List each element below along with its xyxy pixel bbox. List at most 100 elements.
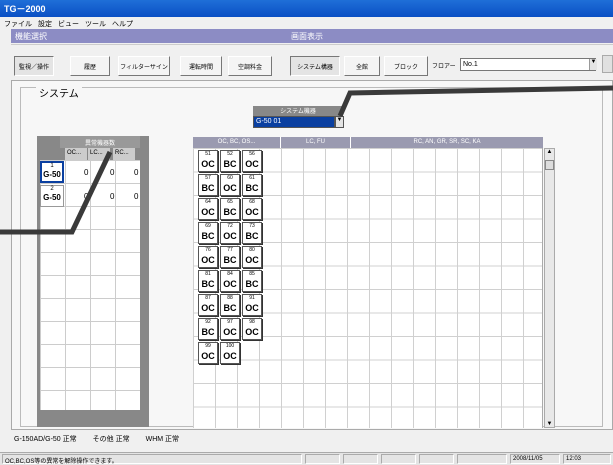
device-type: BC	[201, 183, 215, 193]
device-address: 61	[249, 175, 255, 181]
window-title: TG－2000	[4, 4, 46, 14]
chevron-down-icon[interactable]: ▼	[589, 59, 597, 70]
device-button-77[interactable]: 77 BC	[220, 246, 240, 268]
panel-title: システム	[36, 85, 82, 100]
device-type: OC	[223, 279, 237, 289]
device-type: OC	[201, 159, 215, 169]
status-cell	[381, 454, 416, 464]
device-type: OC	[245, 159, 259, 169]
other-state: 正常	[115, 436, 130, 443]
abnormal-count-header: 異常機器数	[60, 136, 140, 148]
device-button-91[interactable]: 91 OC	[242, 294, 262, 316]
menu-view[interactable]: ビュー	[58, 19, 79, 28]
device-address: 88	[227, 295, 233, 301]
status-cell	[343, 454, 378, 464]
device-type: OC	[223, 183, 237, 193]
device-type: BC	[201, 327, 215, 337]
device-type: OC	[201, 351, 215, 361]
device-button-97[interactable]: 97 OC	[220, 318, 240, 340]
device-type: BC	[223, 303, 237, 313]
block-button[interactable]: ブロック	[384, 56, 428, 76]
device-button-64[interactable]: 64 OC	[198, 198, 218, 220]
device-grid-scrollbar[interactable]: ▲ ▼	[544, 148, 555, 428]
device-address: 51	[205, 151, 211, 157]
device-button-69[interactable]: 69 BC	[198, 222, 218, 244]
device-button-85[interactable]: 85 BC	[242, 270, 262, 292]
system-cell[interactable]: 2 G-50	[40, 185, 64, 207]
device-button-57[interactable]: 57 BC	[198, 174, 218, 196]
system-cell[interactable]: 1 G-50	[40, 161, 64, 183]
device-address: 97	[227, 319, 233, 325]
device-button-99[interactable]: 99 OC	[198, 342, 218, 364]
device-address: 77	[227, 247, 233, 253]
menu-settings[interactable]: 設定	[38, 19, 52, 28]
g50-state: 正常	[62, 436, 77, 443]
device-button-52[interactable]: 52 BC	[220, 150, 240, 172]
device-type: OC	[201, 207, 215, 217]
menu-tools[interactable]: ツール	[85, 19, 106, 28]
device-button-100[interactable]: 100 OC	[220, 342, 240, 364]
device-button-51[interactable]: 51 OC	[198, 150, 218, 172]
device-button-81[interactable]: 81 BC	[198, 270, 218, 292]
filter-sign-button[interactable]: フィルターサイン	[118, 56, 170, 76]
device-button-98[interactable]: 98 OC	[242, 318, 262, 340]
device-address: 64	[205, 199, 211, 205]
system-devices-button[interactable]: システム構器	[290, 56, 340, 76]
device-button-76[interactable]: 76 OC	[198, 246, 218, 268]
scroll-down-icon[interactable]: ▼	[545, 421, 554, 427]
scroll-thumb[interactable]	[545, 160, 554, 170]
chevron-down-icon[interactable]: ▼	[335, 116, 344, 128]
table-row[interactable]: 1 G-50 0 0 0	[40, 161, 140, 184]
device-address: 65	[227, 199, 233, 205]
status-line: G-150AD/G-50 正常 その他 正常 WHM 正常	[14, 434, 604, 446]
whm-label: WHM	[145, 436, 164, 443]
ac-charge-button[interactable]: 空調料金	[228, 56, 272, 76]
window-title-bar: TG－2000	[0, 0, 613, 17]
device-address: 98	[249, 319, 255, 325]
system-number: 2	[50, 186, 54, 192]
device-button-92[interactable]: 92 BC	[198, 318, 218, 340]
scroll-up-icon[interactable]: ▲	[545, 149, 554, 155]
whole-building-button[interactable]: 全館	[344, 56, 380, 76]
device-address: 92	[205, 319, 211, 325]
device-address: 52	[227, 151, 233, 157]
device-address: 80	[249, 247, 255, 253]
device-button-88[interactable]: 88 BC	[220, 294, 240, 316]
device-address: 68	[249, 199, 255, 205]
device-type: BC	[201, 279, 215, 289]
operation-time-button[interactable]: 運転時間	[180, 56, 222, 76]
device-button-68[interactable]: 68 OC	[242, 198, 262, 220]
device-button-87[interactable]: 87 OC	[198, 294, 218, 316]
device-address: 91	[249, 295, 255, 301]
device-address: 84	[227, 271, 233, 277]
device-button-61[interactable]: 61 BC	[242, 174, 262, 196]
device-button-65[interactable]: 65 BC	[220, 198, 240, 220]
rc-count: 0	[134, 168, 139, 177]
device-address: 87	[205, 295, 211, 301]
status-cell	[419, 454, 454, 464]
toolbar-scrollbar[interactable]	[602, 55, 613, 73]
oc-count: 0	[84, 192, 89, 201]
abnormal-columns: OC... LC... RC...	[60, 148, 140, 160]
menu-help[interactable]: ヘルプ	[112, 19, 133, 28]
device-address: 76	[205, 247, 211, 253]
monitor-operate-button[interactable]: 監視／操作	[14, 56, 54, 76]
device-button-80[interactable]: 80 OC	[242, 246, 262, 268]
status-message: OC,BC,OS等の異常を解除操作できます。	[2, 454, 302, 465]
history-button[interactable]: 履歴	[70, 56, 110, 76]
device-type: OC	[223, 231, 237, 241]
device-button-60[interactable]: 60 OC	[220, 174, 240, 196]
table-row[interactable]: 2 G-50 0 0 0	[40, 185, 140, 208]
device-button-72[interactable]: 72 OC	[220, 222, 240, 244]
column-rc: RC...	[113, 148, 135, 160]
other-label: その他	[92, 436, 114, 443]
device-address: 85	[249, 271, 255, 277]
menu-file[interactable]: ファイル	[4, 19, 32, 28]
floor-select[interactable]: No.1	[460, 58, 596, 71]
system-device-select[interactable]: G-50 01	[253, 116, 335, 128]
device-button-84[interactable]: 84 OC	[220, 270, 240, 292]
device-button-73[interactable]: 73 BC	[242, 222, 262, 244]
device-type: OC	[223, 351, 237, 361]
device-button-56[interactable]: 56 OC	[242, 150, 262, 172]
floor-label: フロアー	[432, 64, 456, 70]
